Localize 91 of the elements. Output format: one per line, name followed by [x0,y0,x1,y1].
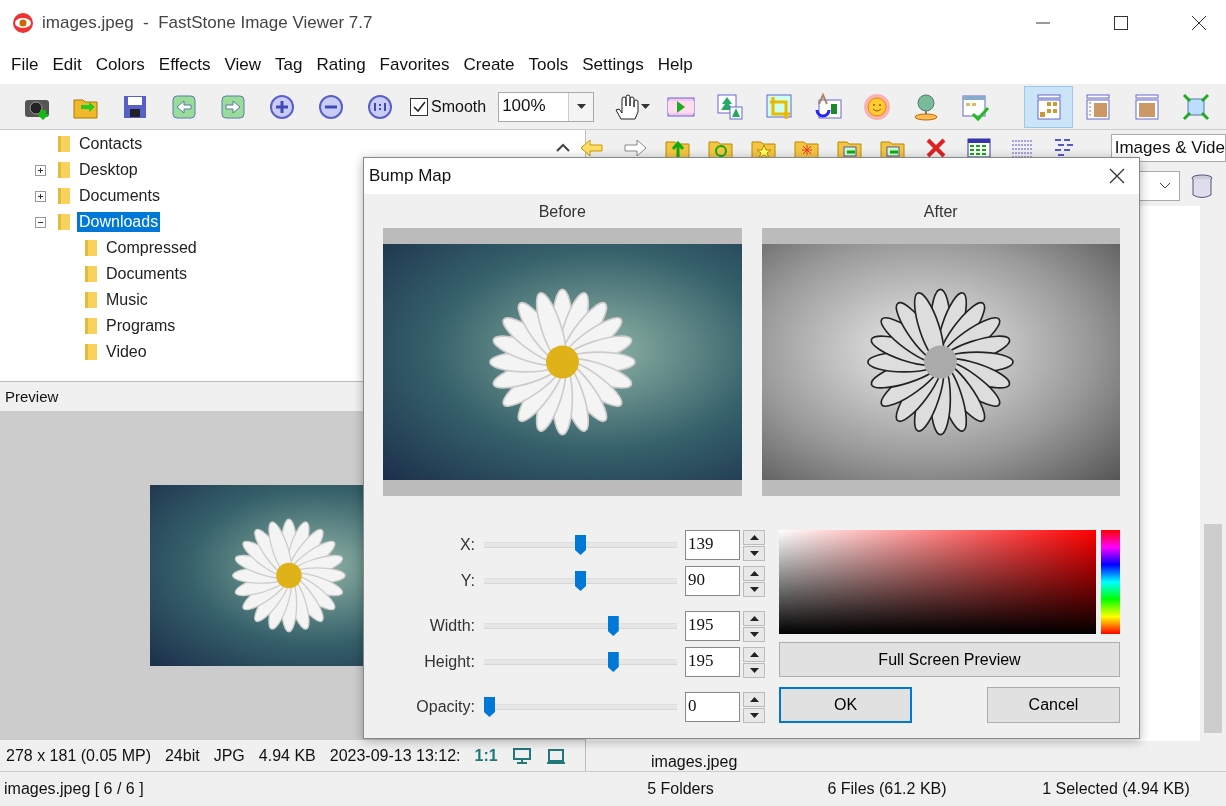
status-text: images.jpeg [ 6 / 6 ] [3,780,145,798]
full-screen-icon[interactable] [1180,91,1211,122]
spin-buttons[interactable] [743,646,765,678]
slider-thumb[interactable] [575,571,586,591]
image-info: 278 x 181 (0.05 MP) [6,746,151,765]
eye-icon [12,11,34,34]
caret-icon [576,104,586,109]
folder-icon [82,343,100,361]
checkbox[interactable] [410,97,428,116]
tree-item[interactable]: Documents [77,186,162,206]
tree-item[interactable]: Contacts [77,134,145,154]
color-picker[interactable] [779,530,1096,634]
folder-icon [55,187,73,205]
tree-item[interactable]: Desktop [77,160,140,180]
folder-icon [55,135,73,153]
number-field[interactable]: 139 [685,530,740,560]
maximize-icon[interactable] [1113,14,1129,31]
menu-item[interactable]: Effects [151,54,218,75]
tree-item[interactable]: Programs [104,316,178,336]
folder-icon [82,265,100,283]
image-info: JPG [213,746,245,765]
menu-item[interactable]: Help [650,54,700,75]
dialog-title: Bump Map [369,166,452,186]
caret-icon[interactable] [641,104,651,109]
tree-item[interactable]: Downloads [77,212,161,232]
expander-icon[interactable] [35,190,46,202]
filter-dropdown[interactable]: Images & Vide [1110,134,1226,162]
close-icon[interactable] [1191,14,1207,31]
slider-thumb[interactable] [575,535,586,555]
expander-icon[interactable] [35,164,46,176]
full-screen-preview-button[interactable]: Full Screen Preview [779,642,1120,677]
slider-label: Opacity: [415,698,476,716]
number-field[interactable]: 195 [685,647,740,677]
folder-icon [82,317,100,335]
spin-buttons[interactable] [743,565,765,597]
slider-thumb[interactable] [484,697,495,717]
menu-item[interactable]: Rating [309,54,373,75]
image-info: 4.94 KB [258,746,316,765]
spin-buttons[interactable] [743,529,765,561]
layout-button[interactable] [1024,85,1073,128]
slider-label: Height: [423,653,476,671]
spin-buttons[interactable] [743,610,765,642]
image-info: 24bit [164,746,200,765]
slider-label: Width: [428,617,476,635]
menu-item[interactable]: Tag [268,54,310,75]
slider-label: X: [458,536,476,554]
checkbox-label[interactable]: Smooth [431,97,487,116]
image-info: 2023-09-13 13:12: [329,746,461,765]
monitor-icon[interactable] [511,746,532,765]
slider-thumb[interactable] [607,616,619,636]
number-field[interactable]: 90 [685,566,740,596]
tree-item[interactable]: Compressed [104,238,199,258]
status-text: 5 Folders [646,780,715,798]
zoom-dropdown[interactable]: 100% [498,91,595,122]
menu-item[interactable]: View [217,54,269,75]
status-text: 1 Selected (4.94 KB) [1041,780,1191,798]
ratio-label[interactable]: 1:1 [474,746,498,765]
window-title: images.jpeg - FastStone Image Viewer 7.7 [42,12,373,33]
close-icon[interactable] [1109,168,1125,184]
after-label: After [923,203,958,221]
menu-item[interactable]: File [4,54,46,75]
ok-button[interactable]: OK [779,687,912,723]
folder-icon [82,291,100,309]
menu-item[interactable]: Create [456,54,522,75]
slider-thumb[interactable] [607,652,619,672]
expander-icon[interactable] [35,216,46,228]
tree-item[interactable]: Music [104,290,150,310]
number-field[interactable]: 195 [685,611,740,641]
chevron-down-icon [1159,182,1171,190]
before-label: Before [538,203,586,221]
number-field[interactable]: 0 [685,692,740,722]
trees-icon[interactable] [714,91,745,122]
menu-item[interactable]: Colors [88,54,152,75]
spin-buttons[interactable] [743,691,765,723]
folder-icon [82,239,100,257]
menu-item[interactable]: Favorites [372,54,457,75]
status-text: 6 Files (61.2 KB) [826,780,948,798]
file-name: images.jpeg [651,753,738,771]
menu-item[interactable]: Settings [575,54,651,75]
sun-face-icon[interactable] [861,91,892,122]
folder-icon [55,213,73,231]
tree-item[interactable]: Documents [104,264,189,284]
cancel-button[interactable]: Cancel [987,687,1120,723]
menu-item[interactable]: Tools [521,54,576,75]
tree-item[interactable]: Video [104,342,149,362]
folder-icon [55,161,73,179]
slider-label: Y: [459,572,476,590]
menu-item[interactable]: Edit [45,54,89,75]
collapse-icon[interactable] [556,143,570,153]
hue-spectrum[interactable] [1101,530,1120,634]
trash-icon[interactable] [1190,173,1214,199]
